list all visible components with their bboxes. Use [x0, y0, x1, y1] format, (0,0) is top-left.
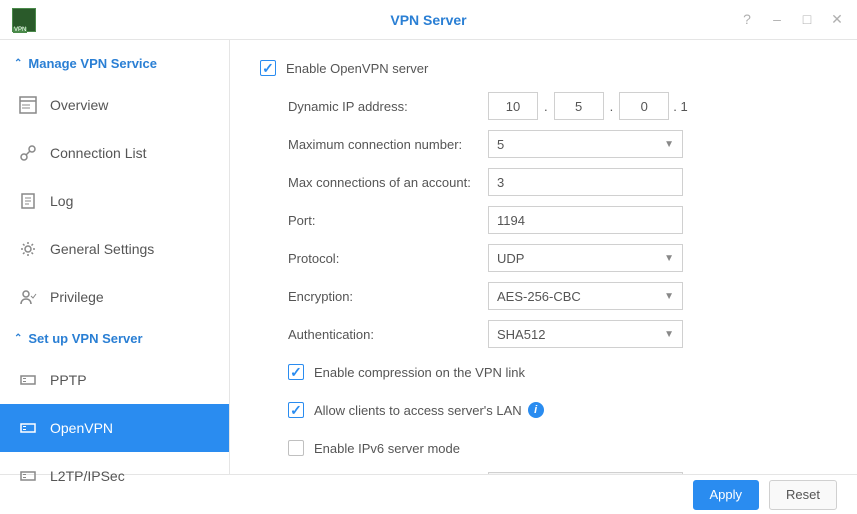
- server-icon: [18, 370, 38, 390]
- sidebar: ⌃ Manage VPN Service Overview Connection…: [0, 40, 230, 474]
- section-manage-vpn[interactable]: ⌃ Manage VPN Service: [0, 46, 229, 81]
- sidebar-item-privilege[interactable]: Privilege: [0, 273, 229, 321]
- compression-checkbox[interactable]: [288, 364, 304, 380]
- ip-suffix: . 1: [673, 99, 687, 114]
- sidebar-item-overview[interactable]: Overview: [0, 81, 229, 129]
- ip-octet-3[interactable]: [619, 92, 669, 120]
- enable-openvpn-checkbox[interactable]: [260, 60, 276, 76]
- select-value: AES-256-CBC: [497, 289, 581, 304]
- ip-octet-2[interactable]: [554, 92, 604, 120]
- sidebar-item-general-settings[interactable]: General Settings: [0, 225, 229, 273]
- protocol-select[interactable]: UDP ▼: [488, 244, 683, 272]
- gear-icon: [18, 239, 38, 259]
- allow-lan-checkbox[interactable]: [288, 402, 304, 418]
- overview-icon: [18, 95, 38, 115]
- ipv6-checkbox[interactable]: [288, 440, 304, 456]
- auth-label: Authentication:: [288, 327, 488, 342]
- port-input[interactable]: [488, 206, 683, 234]
- max-conn-label: Maximum connection number:: [288, 137, 488, 152]
- sidebar-item-connection-list[interactable]: Connection List: [0, 129, 229, 177]
- auth-select[interactable]: SHA512 ▼: [488, 320, 683, 348]
- minimize-icon[interactable]: –: [769, 11, 785, 28]
- ipv6-label: Enable IPv6 server mode: [314, 441, 460, 456]
- nav-label: Connection List: [50, 145, 147, 161]
- window-controls: ? – □ ✕: [739, 11, 845, 28]
- section-label: Manage VPN Service: [28, 56, 157, 71]
- dynamic-ip-label: Dynamic IP address:: [288, 99, 488, 114]
- chevron-down-icon: ▼: [664, 253, 674, 264]
- ip-dot: .: [610, 99, 614, 114]
- chevron-up-icon: ⌃: [14, 333, 22, 344]
- encryption-select[interactable]: AES-256-CBC ▼: [488, 282, 683, 310]
- titlebar: VPN Server ? – □ ✕: [0, 0, 857, 40]
- protocol-label: Protocol:: [288, 251, 488, 266]
- encryption-label: Encryption:: [288, 289, 488, 304]
- nav-label: Overview: [50, 97, 108, 113]
- reset-button[interactable]: Reset: [769, 480, 837, 510]
- server-icon: [18, 466, 38, 486]
- sidebar-item-openvpn[interactable]: OpenVPN: [0, 404, 229, 452]
- chevron-down-icon: ▼: [664, 329, 674, 340]
- nav-label: Log: [50, 193, 73, 209]
- ip-octet-1[interactable]: [488, 92, 538, 120]
- maximize-icon[interactable]: □: [799, 11, 815, 28]
- window-title: VPN Server: [390, 12, 466, 28]
- nav-label: Privilege: [50, 289, 104, 305]
- select-value: 5: [497, 137, 504, 152]
- enable-openvpn-label: Enable OpenVPN server: [286, 61, 428, 76]
- chevron-down-icon: ▼: [664, 291, 674, 302]
- ip-dot: .: [544, 99, 548, 114]
- select-value: SHA512: [497, 327, 545, 342]
- info-icon[interactable]: i: [528, 402, 544, 418]
- close-icon[interactable]: ✕: [829, 11, 845, 28]
- chevron-up-icon: ⌃: [14, 58, 22, 69]
- sidebar-item-pptp[interactable]: PPTP: [0, 356, 229, 404]
- log-icon: [18, 191, 38, 211]
- user-icon: [18, 287, 38, 307]
- nav-label: General Settings: [50, 241, 154, 257]
- prefix-select: ▼: [488, 472, 683, 474]
- select-value: UDP: [497, 251, 524, 266]
- app-icon: [12, 8, 36, 32]
- port-label: Port:: [288, 213, 488, 228]
- section-label: Set up VPN Server: [28, 331, 142, 346]
- connection-icon: [18, 143, 38, 163]
- chevron-down-icon: ▼: [664, 139, 674, 150]
- server-icon: [18, 418, 38, 438]
- compression-label: Enable compression on the VPN link: [314, 365, 525, 380]
- max-acct-input[interactable]: [488, 168, 683, 196]
- content-panel: Enable OpenVPN server Dynamic IP address…: [230, 40, 857, 474]
- nav-label: L2TP/IPSec: [50, 468, 125, 484]
- help-icon[interactable]: ?: [739, 11, 755, 28]
- max-acct-label: Max connections of an account:: [288, 175, 488, 190]
- nav-label: OpenVPN: [50, 420, 113, 436]
- section-setup-vpn[interactable]: ⌃ Set up VPN Server: [0, 321, 229, 356]
- max-conn-select[interactable]: 5 ▼: [488, 130, 683, 158]
- allow-lan-label: Allow clients to access server's LAN: [314, 403, 522, 418]
- sidebar-item-l2tp[interactable]: L2TP/IPSec: [0, 452, 229, 500]
- sidebar-item-log[interactable]: Log: [0, 177, 229, 225]
- apply-button[interactable]: Apply: [693, 480, 760, 510]
- nav-label: PPTP: [50, 372, 87, 388]
